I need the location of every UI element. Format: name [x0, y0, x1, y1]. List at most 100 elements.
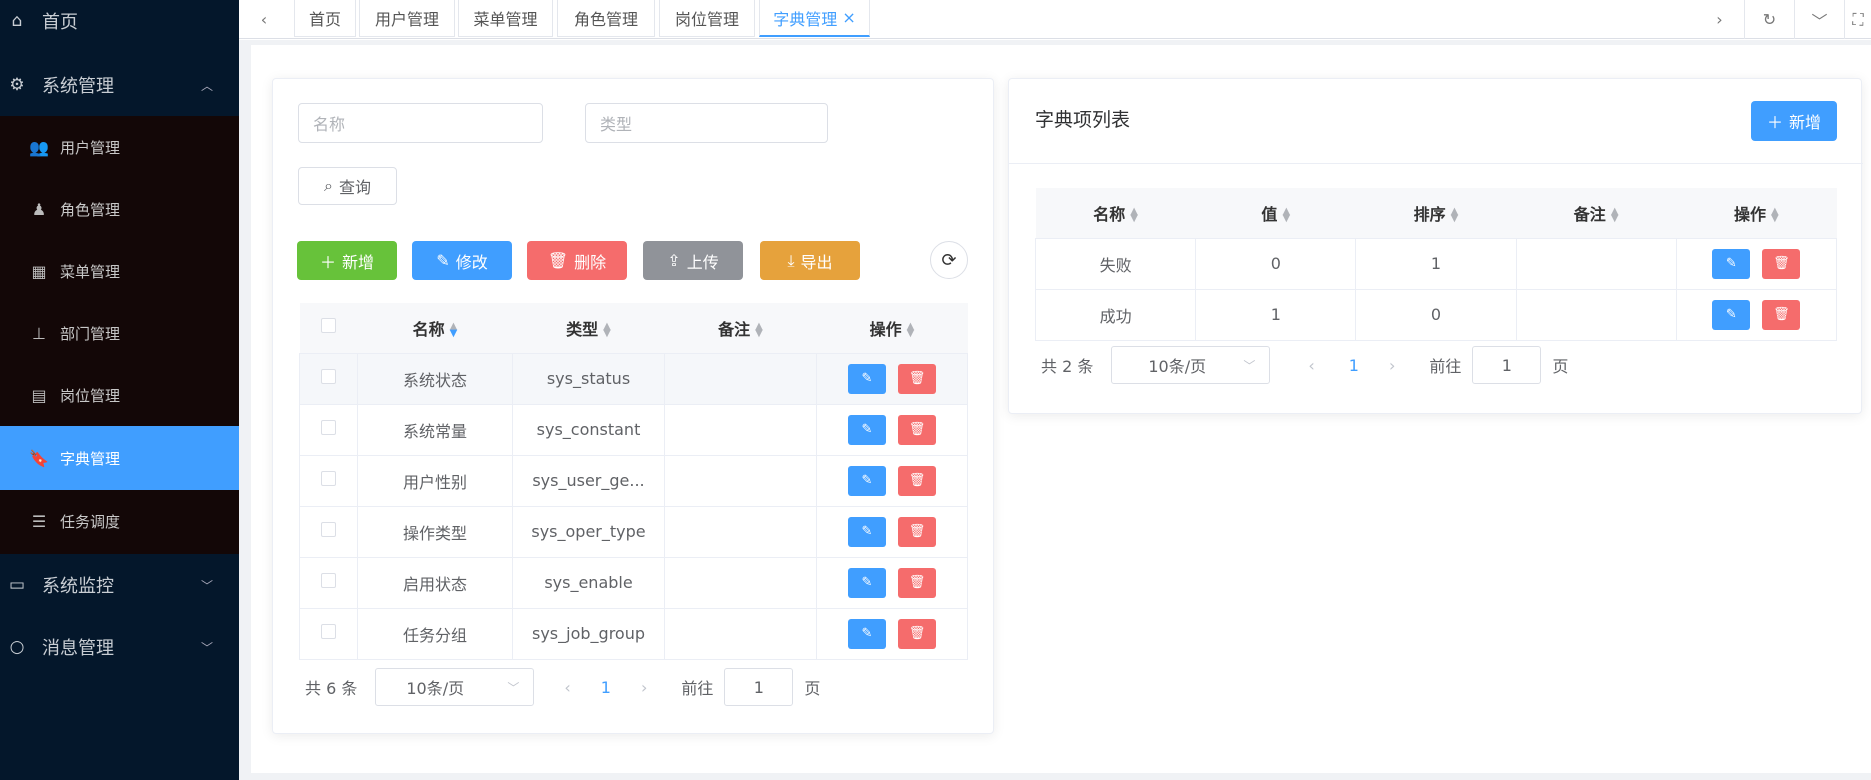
page-size-select[interactable]: 10条/页 ﹀: [1111, 346, 1271, 384]
sidebar-item-roles[interactable]: ♟ 角色管理: [0, 178, 239, 240]
table-row[interactable]: 系统常量 sys_constant ✎ 🗑: [299, 403, 968, 456]
delete-button[interactable]: 🗑 删除: [527, 241, 627, 280]
select-all-checkbox[interactable]: [299, 303, 358, 354]
sidebar-item-system[interactable]: ⚙ 系统管理 ︿: [0, 54, 239, 116]
column-value[interactable]: 值 ▲ ▼: [1195, 188, 1356, 239]
cell-type: sys_status: [512, 352, 665, 405]
sort-icon[interactable]: ▲ ▼: [907, 322, 915, 339]
delete-row-button[interactable]: 🗑: [898, 618, 936, 649]
page-number[interactable]: 1: [1349, 356, 1359, 375]
sidebar-item-posts[interactable]: ▤ 岗位管理: [0, 364, 239, 426]
sort-icon[interactable]: ▲ ▼: [1451, 207, 1459, 224]
refresh-button[interactable]: ⟳: [930, 241, 968, 279]
export-button[interactable]: ⤓ 导出: [760, 241, 860, 280]
sort-icon[interactable]: ▲ ▼: [1611, 207, 1619, 224]
placeholder: 类型: [600, 115, 633, 134]
column-sort[interactable]: 排序 ▲ ▼: [1355, 188, 1517, 239]
row-checkbox[interactable]: [299, 505, 358, 558]
edit-row-button[interactable]: ✎: [848, 465, 886, 496]
sort-icon[interactable]: ▲ ▼: [603, 322, 611, 339]
edit-row-button[interactable]: ✎: [848, 363, 886, 394]
table-row[interactable]: 任务分组 sys_job_group ✎ 🗑: [299, 607, 968, 660]
delete-row-button[interactable]: 🗑: [898, 516, 936, 547]
upload-button[interactable]: ⇪ 上传: [643, 241, 743, 280]
tab-posts[interactable]: 岗位管理: [659, 0, 755, 37]
column-actions[interactable]: 操作 ▲ ▼: [1676, 188, 1837, 239]
sidebar-item-jobs[interactable]: ☰ 任务调度: [0, 490, 239, 552]
add-button[interactable]: ＋ 新增: [297, 241, 397, 280]
row-checkbox[interactable]: [299, 556, 358, 609]
delete-row-button[interactable]: 🗑: [898, 414, 936, 445]
sort-icon[interactable]: ▲ ▼: [1771, 207, 1779, 224]
type-search-input[interactable]: 类型: [585, 103, 828, 143]
delete-row-button[interactable]: 🗑: [1762, 248, 1801, 279]
edit-row-button[interactable]: ✎: [1712, 248, 1751, 279]
tab-menu-dropdown[interactable]: ﹀: [1794, 0, 1844, 39]
tab-roles[interactable]: 角色管理: [557, 0, 655, 37]
fullscreen-button[interactable]: ⛶: [1844, 0, 1871, 39]
row-checkbox[interactable]: [299, 607, 358, 660]
prev-page-button[interactable]: ‹: [1308, 356, 1314, 375]
edit-row-button[interactable]: ✎: [848, 567, 886, 598]
tab-dictionary[interactable]: 字典管理 ×: [759, 0, 870, 37]
goto-page-input[interactable]: 1: [724, 668, 794, 706]
edit-row-button[interactable]: ✎: [1712, 299, 1751, 330]
table-row[interactable]: 系统状态 sys_status ✎ 🗑: [299, 352, 968, 405]
dictionary-item-card: 字典项列表 ＋新增 名称 ▲ ▼ 值 ▲ ▼ 排序 ▲ ▼ 备注 ▲ ▼ 操作 ▲ ▼ 失败 0 1 ✎ 🗑…: [1008, 78, 1863, 414]
sidebar-item-departments[interactable]: ⊥ 部门管理: [0, 302, 239, 364]
sidebar-item-home[interactable]: ⌂ 首页: [0, 0, 239, 42]
table-row[interactable]: 成功 1 0 ✎ 🗑: [1034, 288, 1838, 341]
edit-button[interactable]: ✎ 修改: [412, 241, 512, 280]
tab-users[interactable]: 用户管理: [359, 0, 455, 37]
sort-icon[interactable]: ▲ ▼: [755, 322, 763, 339]
prev-page-button[interactable]: ‹: [564, 678, 570, 697]
tab-home[interactable]: 首页: [294, 0, 356, 37]
placeholder: 名称: [313, 115, 346, 134]
refresh-tab-button[interactable]: ↻: [1744, 0, 1794, 39]
delete-row-button[interactable]: 🗑: [898, 465, 936, 496]
sidebar-item-dictionary[interactable]: 🔖 字典管理: [0, 426, 239, 490]
tab-menus[interactable]: 菜单管理: [458, 0, 553, 37]
column-note[interactable]: 备注 ▲ ▼: [664, 303, 817, 354]
table-row[interactable]: 操作类型 sys_oper_type ✎ 🗑: [299, 505, 968, 558]
page-number[interactable]: 1: [601, 678, 611, 697]
edit-row-button[interactable]: ✎: [848, 618, 886, 649]
edit-icon: ✎: [861, 625, 873, 641]
name-search-input[interactable]: 名称: [298, 103, 543, 143]
add-item-button[interactable]: ＋ 新增: [1751, 101, 1837, 141]
sidebar-item-monitor[interactable]: ▭ 系统监控 ﹀: [0, 554, 239, 616]
table-row[interactable]: 用户性别 sys_user_ge... ✎ 🗑: [299, 454, 968, 507]
page-size-select[interactable]: 10条/页 ﹀: [375, 668, 535, 706]
column-actions[interactable]: 操作 ▲ ▼: [816, 303, 968, 354]
table-row[interactable]: 启用状态 sys_enable ✎ 🗑: [299, 556, 968, 609]
sidebar-item-menus[interactable]: ▦ 菜单管理: [0, 240, 239, 302]
sidebar-item-message[interactable]: ○ 消息管理 ﹀: [0, 616, 239, 678]
next-page-button[interactable]: ›: [1389, 356, 1395, 375]
next-page-button[interactable]: ›: [641, 678, 647, 697]
tabs-scroll-left[interactable]: ‹: [239, 0, 289, 39]
column-name[interactable]: 名称 ▲ ▼: [1035, 188, 1196, 239]
delete-row-button[interactable]: 🗑: [1762, 299, 1801, 330]
trash-icon: 🗑: [908, 472, 926, 488]
sort-icon[interactable]: ▲ ▼: [450, 322, 458, 339]
close-icon[interactable]: ×: [842, 8, 855, 27]
edit-row-button[interactable]: ✎: [848, 516, 886, 547]
query-button[interactable]: ⌕ 查询: [298, 167, 397, 205]
tabs-scroll-right[interactable]: ›: [1695, 0, 1744, 39]
delete-row-button[interactable]: 🗑: [898, 567, 936, 598]
sidebar-item-users[interactable]: 👥 用户管理: [0, 116, 239, 178]
row-checkbox[interactable]: [299, 454, 358, 507]
column-type[interactable]: 类型 ▲ ▼: [512, 303, 665, 354]
sort-icon[interactable]: ▲ ▼: [1282, 207, 1290, 224]
column-name[interactable]: 名称 ▲ ▼: [357, 303, 513, 354]
row-checkbox[interactable]: [299, 352, 358, 405]
goto-page-input[interactable]: 1: [1472, 346, 1542, 384]
sort-icon[interactable]: ▲ ▼: [1130, 207, 1138, 224]
sidebar-label: 系统管理: [42, 76, 114, 97]
delete-row-button[interactable]: 🗑: [898, 363, 936, 394]
table-row[interactable]: 失败 0 1 ✎ 🗑: [1034, 237, 1838, 290]
column-note[interactable]: 备注 ▲ ▼: [1516, 188, 1677, 239]
header-label: 名称: [412, 319, 445, 339]
row-checkbox[interactable]: [299, 403, 358, 456]
edit-row-button[interactable]: ✎: [848, 414, 886, 445]
